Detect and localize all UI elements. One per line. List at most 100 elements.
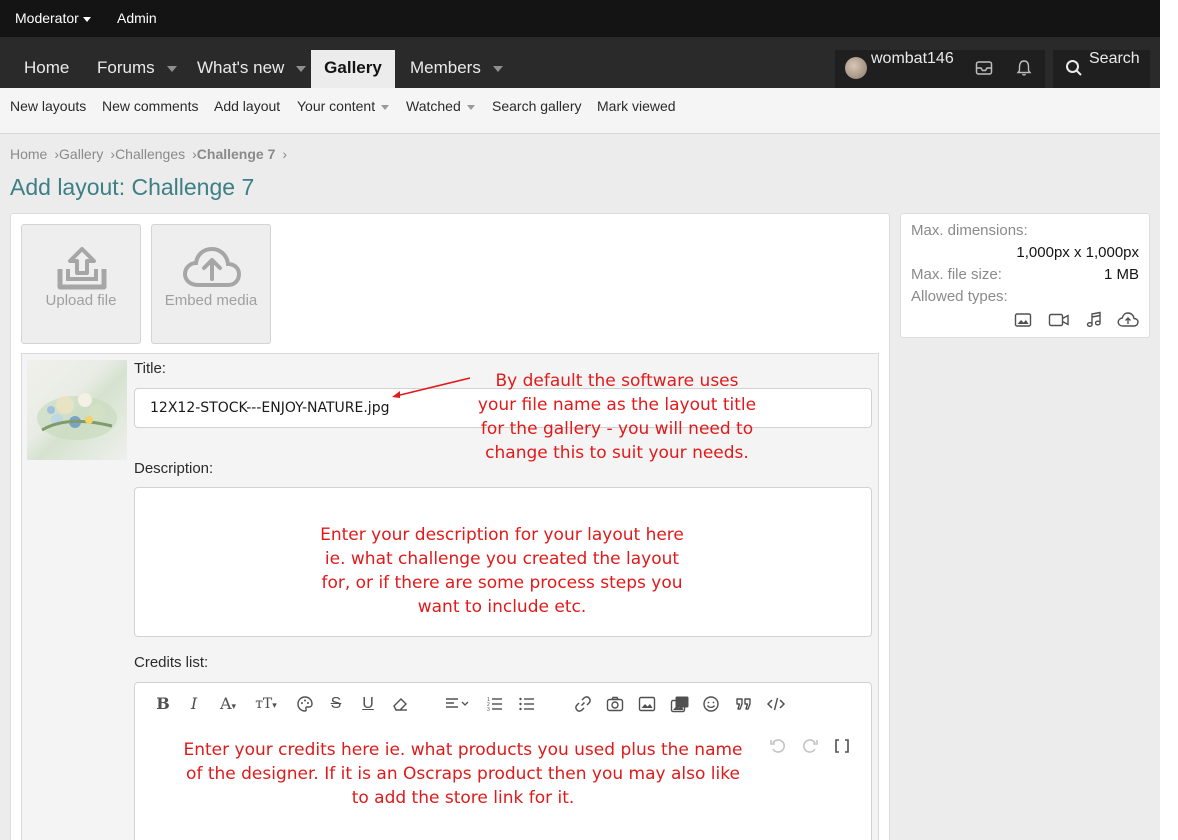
credits-annotation-line: of the designer. If it is an Oscraps pro…	[186, 764, 740, 784]
max-file-size-value: 1 MB	[1103, 266, 1139, 283]
moderator-label: Moderator	[15, 10, 79, 26]
bell-icon[interactable]	[1016, 59, 1032, 81]
subnav-your-content[interactable]: Your content	[297, 98, 390, 114]
palette-icon[interactable]	[294, 693, 316, 715]
quote-icon[interactable]	[732, 693, 754, 715]
title-annotation-line: for the gallery - you will need to	[480, 419, 754, 439]
audio-type-icon	[1085, 311, 1103, 333]
inbox-icon[interactable]	[975, 60, 993, 80]
credits-label: Credits list:	[134, 654, 209, 671]
text-color-icon[interactable]: A▾	[212, 693, 244, 715]
subnav-watched[interactable]: Watched	[406, 98, 475, 114]
description-annotation-line: for, or if there are some process steps …	[321, 573, 683, 593]
breadcrumb: Home ›Gallery ›Challenges ›Challenge 7 ›	[10, 146, 287, 162]
gallery-subnav: New layouts New comments Add layout Your…	[0, 88, 1160, 134]
link-icon[interactable]	[572, 693, 594, 715]
upload-file-button[interactable]: Upload file	[21, 224, 141, 344]
max-dimensions-value: 1,000px x 1,000px	[1016, 244, 1139, 261]
page-title: Add layout: Challenge 7	[10, 174, 255, 200]
avatar[interactable]	[845, 57, 867, 79]
tab-members-label: Members	[410, 58, 481, 77]
align-icon[interactable]	[442, 693, 474, 715]
tab-gallery-label: Gallery	[324, 58, 382, 77]
breadcrumb-home[interactable]: Home	[10, 146, 47, 162]
subnav-new-layouts[interactable]: New layouts	[10, 98, 86, 114]
credits-annotation: Enter your credits here ie. what product…	[150, 738, 776, 810]
svg-text:3: 3	[487, 707, 490, 713]
subnav-your-content-label: Your content	[297, 98, 376, 114]
embed-media-button[interactable]: Embed media	[151, 224, 271, 344]
title-annotation: By default the software uses your file n…	[452, 369, 782, 465]
ordered-list-icon[interactable]: 123	[484, 693, 506, 715]
upload-limits-panel: Max. dimensions: 1,000px x 1,000px Max. …	[900, 213, 1150, 338]
page: Moderator Admin Home Forums What's new G…	[0, 0, 1160, 840]
tab-gallery[interactable]: Gallery	[311, 50, 395, 88]
breadcrumb-challenges[interactable]: Challenges	[115, 146, 185, 162]
max-file-size-label: Max. file size:	[911, 266, 1002, 283]
code-icon[interactable]	[764, 693, 786, 715]
description-annotation-line: ie. what challenge you created the layou…	[324, 549, 680, 569]
description-annotation: Enter your description for your layout h…	[282, 523, 722, 619]
account-area: wombat146	[835, 50, 1045, 88]
camera-icon[interactable]	[604, 693, 626, 715]
tab-forums-label: Forums	[97, 58, 155, 77]
breadcrumb-challenge-7[interactable]: Challenge 7	[197, 146, 276, 162]
title-annotation-line: your file name as the layout title	[477, 395, 757, 415]
chevron-down-icon[interactable]	[466, 104, 475, 110]
staff-bar: Moderator Admin	[0, 0, 1160, 37]
subnav-mark-viewed[interactable]: Mark viewed	[597, 98, 676, 114]
redo-icon[interactable]	[799, 735, 821, 757]
allowed-types-label: Allowed types:	[911, 288, 1008, 305]
italic-icon[interactable]: I	[183, 693, 205, 715]
moderator-menu[interactable]: Moderator	[15, 10, 91, 26]
embed-media-label: Embed media	[164, 292, 258, 309]
smiley-icon[interactable]	[700, 693, 722, 715]
cloud-upload-icon	[182, 246, 242, 287]
chevron-right-icon: ›	[282, 146, 288, 162]
subnav-watched-label: Watched	[406, 98, 461, 114]
annotation-arrow	[392, 377, 471, 398]
tab-members[interactable]: Members	[396, 50, 517, 88]
title-annotation-line: change this to suit your needs.	[485, 443, 749, 463]
strikethrough-icon[interactable]: S	[325, 693, 347, 715]
tab-whats-new[interactable]: What's new	[183, 50, 320, 88]
cloud-upload-type-icon	[1117, 311, 1139, 333]
main-nav: Home Forums What's new Gallery Members w…	[0, 37, 1160, 88]
tab-forums[interactable]: Forums	[83, 50, 191, 88]
eraser-icon[interactable]	[389, 693, 411, 715]
unordered-list-icon[interactable]	[516, 693, 538, 715]
max-dimensions-label: Max. dimensions:	[911, 222, 1028, 239]
search-icon	[1065, 59, 1083, 81]
subnav-new-comments[interactable]: New comments	[102, 98, 198, 114]
title-input-value: 12X12-STOCK---ENJOY-NATURE.jpg	[150, 400, 390, 416]
admin-link[interactable]: Admin	[117, 10, 157, 26]
subnav-search-gallery[interactable]: Search gallery	[492, 98, 582, 114]
chevron-down-icon[interactable]	[381, 104, 390, 110]
subnav-add-layout[interactable]: Add layout	[214, 98, 280, 114]
video-type-icon	[1048, 312, 1070, 332]
tab-home-label: Home	[24, 58, 70, 77]
breadcrumb-gallery[interactable]: Gallery	[59, 146, 103, 162]
layout-thumbnail[interactable]	[27, 360, 127, 460]
description-label: Description:	[134, 460, 214, 477]
chevron-down-icon[interactable]	[296, 65, 307, 72]
chevron-down-icon[interactable]	[166, 65, 177, 72]
title-annotation-line: By default the software uses	[495, 371, 739, 391]
search-button[interactable]: Search	[1053, 50, 1150, 88]
credits-annotation-line: Enter your credits here ie. what product…	[183, 740, 743, 760]
upload-icon	[57, 247, 107, 290]
upload-file-label: Upload file	[45, 292, 117, 309]
search-label: Search	[1089, 50, 1140, 67]
underline-icon[interactable]: U	[357, 693, 379, 715]
bold-icon[interactable]: B	[152, 693, 174, 715]
chevron-down-icon[interactable]	[492, 65, 503, 72]
fullscreen-icon[interactable]	[831, 735, 853, 757]
description-annotation-line: Enter your description for your layout h…	[320, 525, 684, 545]
image-icon[interactable]	[636, 693, 658, 715]
font-size-icon[interactable]: тT▾	[250, 693, 282, 715]
username-link[interactable]: wombat146	[871, 50, 954, 68]
gallery-embed-icon[interactable]	[668, 693, 690, 715]
image-type-icon	[1014, 312, 1032, 332]
tab-whats-new-label: What's new	[197, 58, 285, 77]
tab-home[interactable]: Home	[10, 50, 83, 88]
